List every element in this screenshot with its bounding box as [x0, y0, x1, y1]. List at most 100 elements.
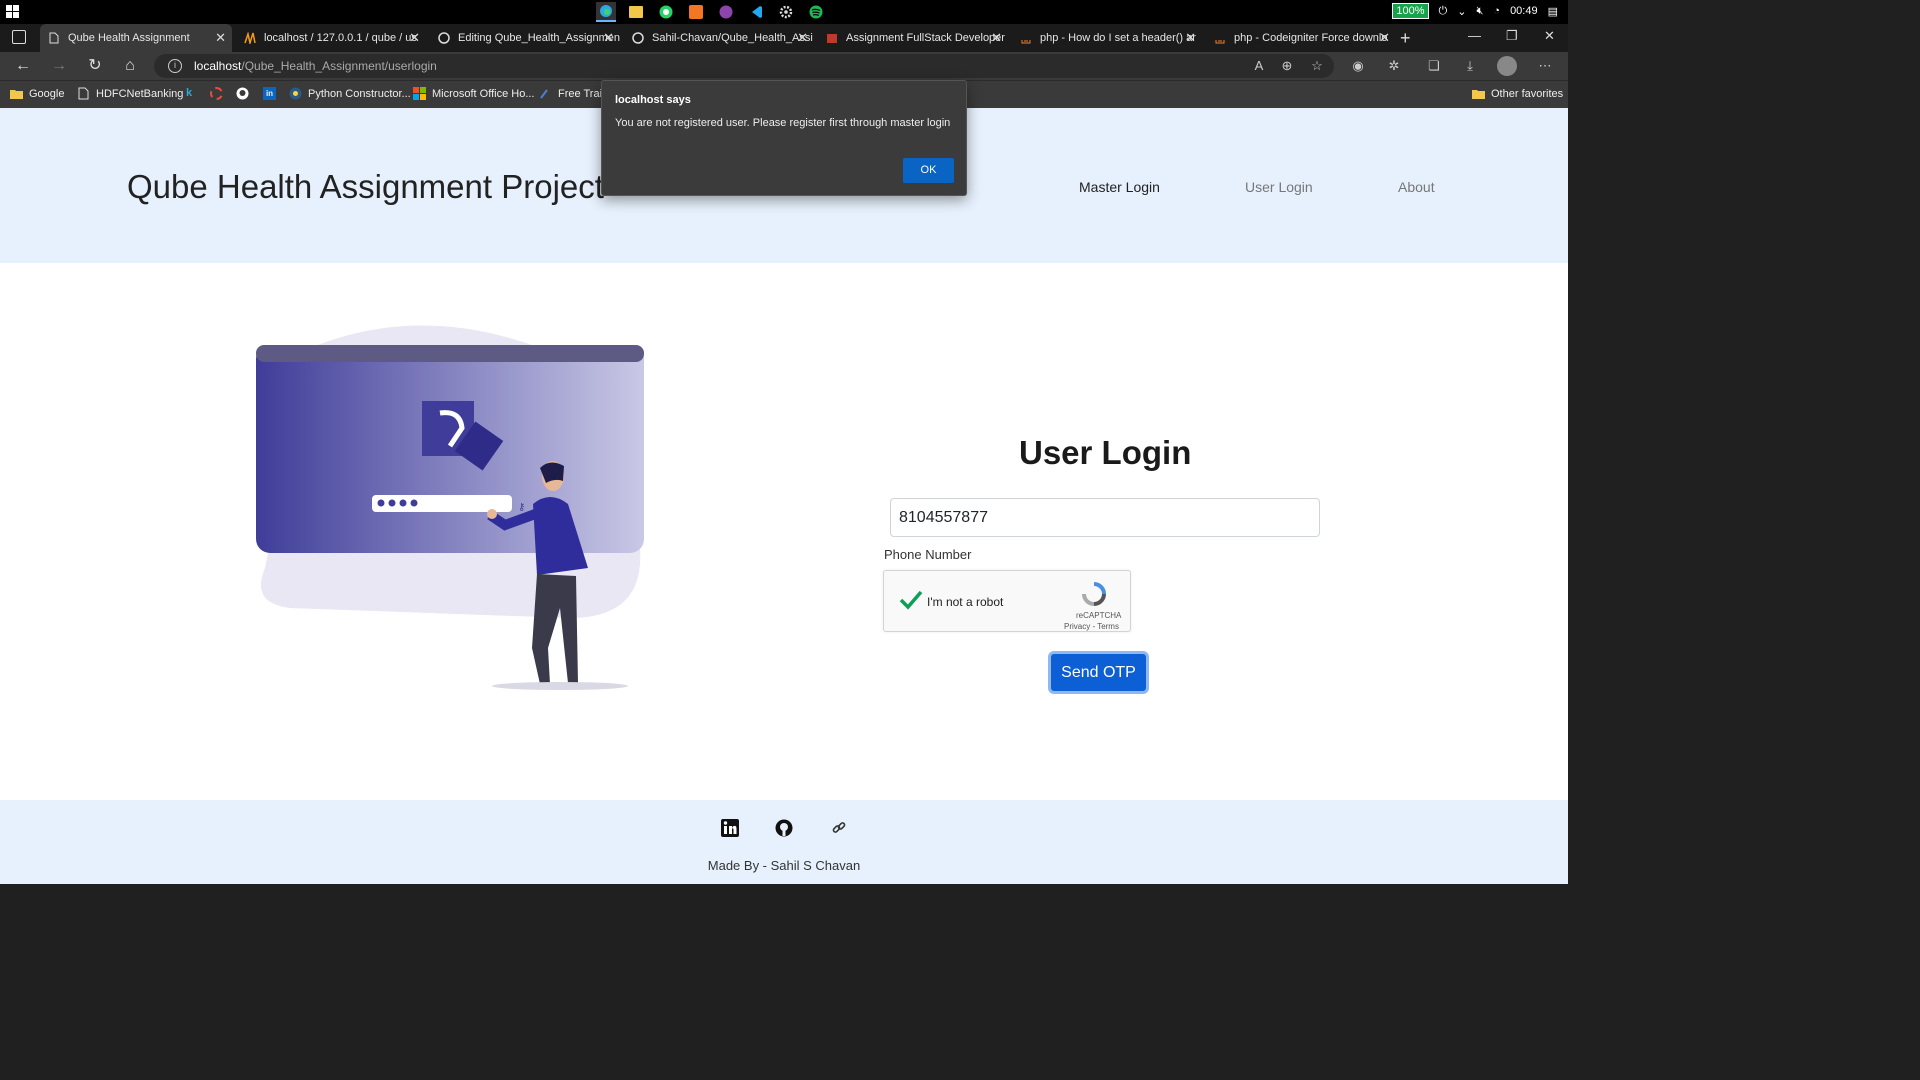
read-aloud-icon[interactable]: A [1250, 57, 1268, 75]
zoom-icon[interactable]: ⊕ [1278, 57, 1296, 75]
os-taskbar: 100% ⏻ ⌄ 🔇︎ ◔ 00:49 ▤ [0, 0, 1568, 24]
tab-assignment[interactable]: Assignment FullStack Developer ✕ [818, 24, 1008, 52]
notification-icon[interactable]: ▤ [1548, 5, 1558, 18]
github-icon[interactable] [775, 819, 793, 837]
bookmark-hdfc[interactable]: HDFCNetBanking [77, 87, 183, 100]
recaptcha-widget[interactable]: I'm not a robot reCAPTCHA Privacy - Term… [883, 570, 1131, 632]
close-tab-icon[interactable]: ✕ [797, 30, 808, 46]
bookmark-free-training[interactable]: Free Traini [539, 87, 611, 100]
close-tab-icon[interactable]: ✕ [215, 30, 226, 46]
settings-icon[interactable] [776, 2, 796, 22]
windows-start-icon[interactable] [6, 5, 20, 19]
nav-master-login[interactable]: Master Login [1079, 179, 1160, 195]
tab-phpmyadmin[interactable]: localhost / 127.0.0.1 / qube / us ✕ [236, 24, 426, 52]
page-icon [78, 87, 89, 100]
bookmark-label: Microsoft Office Ho... [432, 87, 535, 100]
bookmark-other-favorites[interactable]: Other favorites [1472, 87, 1563, 100]
extension-icon[interactable]: ◉ [1349, 57, 1367, 75]
send-otp-button[interactable]: Send OTP [1048, 651, 1149, 694]
file-explorer-icon[interactable] [626, 2, 646, 22]
home-icon[interactable]: ⌂ [121, 57, 139, 75]
battery-indicator[interactable]: 100% [1392, 3, 1429, 19]
linkedin-icon[interactable] [721, 819, 739, 837]
bookmark-python[interactable]: Python Constructor... [289, 87, 411, 100]
tab-qube-health[interactable]: Qube Health Assignment ✕ [40, 24, 232, 52]
tab-github-repo[interactable]: Sahil-Chavan/Qube_Health_Assi ✕ [624, 24, 814, 52]
collections-icon[interactable]: ❏ [1425, 57, 1443, 75]
bookmark-google[interactable]: Google [10, 87, 64, 100]
page-icon [49, 32, 59, 44]
link-icon[interactable] [830, 819, 848, 837]
recaptcha-label: I'm not a robot [927, 595, 1004, 609]
site-brand[interactable]: Qube Health Assignment Project [127, 168, 604, 206]
bookmark-k[interactable]: k [186, 87, 192, 99]
close-tab-icon[interactable]: ✕ [409, 30, 420, 46]
training-icon [540, 89, 548, 99]
recaptcha-links[interactable]: Privacy - Terms [1064, 622, 1119, 631]
more-menu-icon[interactable]: ⋯ [1536, 57, 1554, 75]
refresh-icon[interactable]: ↻ [86, 57, 104, 75]
tab-title: Sahil-Chavan/Qube_Health_Assi [652, 32, 813, 44]
forward-icon[interactable]: → [50, 57, 68, 75]
bookmark-red-circle-icon[interactable] [210, 87, 223, 100]
minimize-icon[interactable]: — [1468, 28, 1481, 43]
tab-php-header[interactable]: php - How do I set a header() ar ✕ [1012, 24, 1202, 52]
close-tab-icon[interactable]: ✕ [991, 30, 1002, 46]
login-illustration: ⚷ [256, 325, 644, 690]
downloads-icon[interactable]: ⤓ [1461, 57, 1479, 75]
back-icon[interactable]: ← [14, 57, 32, 75]
chevron-down-icon[interactable]: ⌄ [1457, 5, 1466, 18]
checkmark-icon[interactable] [898, 587, 924, 613]
edge-app-icon[interactable] [596, 2, 616, 22]
tab-actions-icon[interactable] [12, 30, 26, 44]
svg-text:⚷: ⚷ [518, 502, 525, 513]
spotify-icon[interactable] [806, 2, 826, 22]
site-info-icon[interactable]: i [168, 59, 182, 73]
tab-title: php - Codeigniter Force downlo [1234, 32, 1388, 44]
new-tab-icon[interactable]: + [1400, 28, 1411, 49]
nav-user-login[interactable]: User Login [1245, 179, 1313, 195]
profile-avatar[interactable] [1497, 56, 1517, 76]
folder-icon [10, 90, 23, 99]
xampp-icon[interactable] [686, 2, 706, 22]
volume-mute-icon[interactable]: 🔇︎ [1476, 5, 1483, 18]
ok-button[interactable]: OK [903, 158, 954, 183]
url-host: localhost [194, 59, 242, 73]
url-field[interactable]: i localhost/Qube_Health_Assignment/userl… [154, 54, 1334, 78]
close-tab-icon[interactable]: ✕ [1379, 30, 1390, 46]
phpmyadmin-icon [244, 32, 256, 44]
stackoverflow-icon [1215, 40, 1225, 44]
close-tab-icon[interactable]: ✕ [603, 30, 614, 46]
footer-credit: Made By - Sahil S Chavan [707, 858, 861, 873]
power-icon: ⏻ [1438, 4, 1448, 17]
favorite-star-icon[interactable]: ☆ [1308, 57, 1326, 75]
bookmark-linkedin-icon[interactable]: in [263, 87, 276, 100]
vscode-icon[interactable] [746, 2, 766, 22]
tab-editing-github[interactable]: Editing Qube_Health_Assignmen ✕ [430, 24, 620, 52]
tab-title: Editing Qube_Health_Assignmen [458, 32, 620, 44]
phone-number-input[interactable]: 8104557877 [890, 498, 1320, 537]
tab-title: Qube Health Assignment [68, 32, 190, 44]
github-desktop-icon[interactable] [716, 2, 736, 22]
document-icon [827, 34, 837, 43]
url-path: /Qube_Health_Assignment/userlogin [241, 59, 437, 73]
bookmark-ms-office[interactable]: Microsoft Office Ho... [413, 87, 535, 100]
github-icon [438, 32, 450, 44]
restore-icon[interactable]: ❐ [1506, 28, 1518, 44]
bookmark-label: Python Constructor... [308, 87, 411, 100]
recaptcha-brand: reCAPTCHA [1076, 611, 1122, 620]
whatsapp-icon[interactable] [656, 2, 676, 22]
dialog-message: You are not registered user. Please regi… [615, 117, 951, 129]
bookmark-github-icon[interactable] [236, 87, 249, 100]
python-icon [289, 87, 302, 100]
bookmark-label: Google [29, 87, 65, 100]
close-window-icon[interactable]: ✕ [1544, 28, 1555, 44]
close-tab-icon[interactable]: ✕ [1185, 30, 1196, 46]
clock[interactable]: 00:49 [1510, 5, 1538, 17]
tab-codeigniter[interactable]: php - Codeigniter Force downlo ✕ [1206, 24, 1396, 52]
alert-dialog: localhost says You are not registered us… [601, 80, 967, 196]
nav-about[interactable]: About [1398, 179, 1435, 195]
wifi-icon[interactable]: ◔ [1493, 5, 1500, 17]
address-toolbar: ← → ↻ ⌂ i localhost/Qube_Health_Assignme… [0, 52, 1568, 80]
extensions-puzzle-icon[interactable]: ✲ [1385, 57, 1403, 75]
